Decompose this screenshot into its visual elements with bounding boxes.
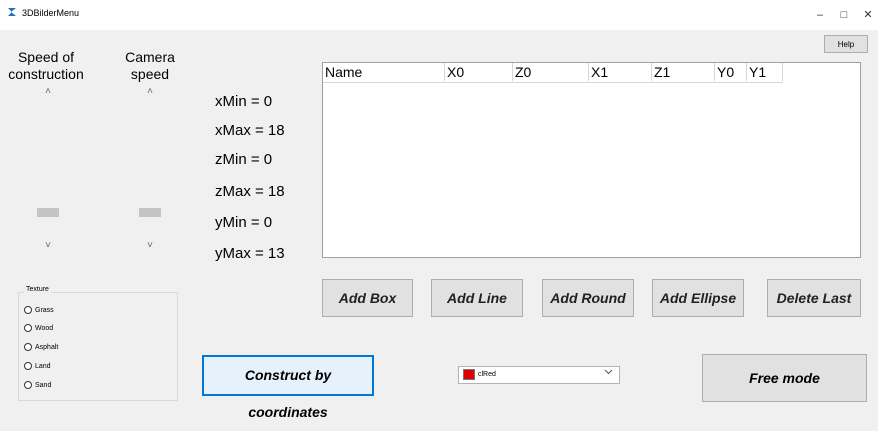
slider-down-arrow-icon[interactable]: ˅: [37, 240, 59, 251]
texture-option-label: Wood: [35, 325, 54, 332]
texture-title: Texture: [24, 286, 51, 293]
texture-option-label: Land: [35, 363, 51, 370]
texture-option-label: Grass: [35, 307, 54, 314]
app-icon: [8, 8, 16, 16]
help-button[interactable]: Help: [824, 35, 868, 53]
delete-last-button[interactable]: Delete Last: [767, 279, 861, 317]
construct-by-coordinates-button[interactable]: Construct by coordinates: [202, 355, 374, 420]
ymax-label: yMax = 13: [215, 245, 285, 262]
color-select[interactable]: clRed: [458, 366, 620, 384]
speed-of-construction-label: Speed of construction: [0, 49, 92, 83]
close-button[interactable]: ✕: [856, 0, 878, 30]
radio-icon[interactable]: [24, 343, 32, 352]
radio-icon[interactable]: [24, 324, 32, 333]
texture-option-grass[interactable]: Grass: [24, 304, 54, 318]
slider-up-arrow-icon[interactable]: ˄: [139, 86, 161, 97]
chevron-down-icon[interactable]: [604, 368, 613, 376]
window-title: 3DBilderMenu: [22, 8, 80, 18]
column-header-x0[interactable]: X0: [445, 63, 513, 81]
column-header-y0[interactable]: Y0: [715, 63, 747, 81]
column-header-name[interactable]: Name: [323, 63, 445, 81]
color-swatch: [463, 368, 475, 380]
radio-icon[interactable]: [24, 306, 32, 315]
slider-thumb[interactable]: [37, 208, 59, 217]
speed-label-line2: construction: [8, 66, 84, 82]
zmax-label: zMax = 18: [215, 183, 285, 200]
texture-option-land[interactable]: Land: [24, 360, 51, 374]
texture-option-label: Sand: [35, 382, 52, 389]
column-header-y1[interactable]: Y1: [747, 63, 783, 81]
add-round-button[interactable]: Add Round: [542, 279, 634, 317]
camera-speed-label: Camera speed: [113, 49, 187, 83]
ymin-label: yMin = 0: [215, 214, 273, 231]
minimize-button[interactable]: –: [808, 0, 832, 30]
column-header-z0[interactable]: Z0: [513, 63, 589, 81]
objects-grid[interactable]: Name X0 Z0 X1 Z1 Y0 Y1: [322, 62, 861, 258]
camera-label-line1: Camera: [125, 49, 175, 65]
color-select-value: clRed: [478, 371, 496, 378]
camera-label-line2: speed: [130, 66, 170, 82]
radio-icon[interactable]: [24, 362, 32, 371]
texture-option-label: Asphalt: [35, 344, 59, 351]
xmax-label: xMax = 18: [215, 122, 285, 139]
camera-speed-slider[interactable]: ˄ ˅: [139, 86, 161, 256]
zmin-label: zMin = 0: [215, 151, 273, 168]
title-bar: [0, 0, 878, 30]
column-header-x1[interactable]: X1: [589, 63, 652, 81]
column-header-z1[interactable]: Z1: [652, 63, 715, 81]
slider-up-arrow-icon[interactable]: ˄: [37, 86, 59, 97]
add-box-button[interactable]: Add Box: [322, 279, 413, 317]
add-ellipse-button[interactable]: Add Ellipse: [652, 279, 744, 317]
texture-option-asphalt[interactable]: Asphalt: [24, 341, 58, 355]
maximize-button[interactable]: □: [832, 0, 856, 30]
speed-of-construction-slider[interactable]: ˄ ˅: [37, 86, 59, 256]
add-line-button[interactable]: Add Line: [431, 279, 523, 317]
speed-label-line1: Speed of: [17, 49, 75, 65]
slider-down-arrow-icon[interactable]: ˅: [139, 240, 161, 251]
radio-icon[interactable]: [24, 381, 32, 390]
texture-option-wood[interactable]: Wood: [24, 322, 53, 336]
free-mode-button[interactable]: Free mode: [702, 354, 867, 402]
slider-thumb[interactable]: [139, 208, 161, 217]
texture-option-sand[interactable]: Sand: [24, 379, 51, 393]
grid-header-row: Name X0 Z0 X1 Z1 Y0 Y1: [323, 63, 783, 83]
xmin-label: xMin = 0: [215, 93, 273, 110]
